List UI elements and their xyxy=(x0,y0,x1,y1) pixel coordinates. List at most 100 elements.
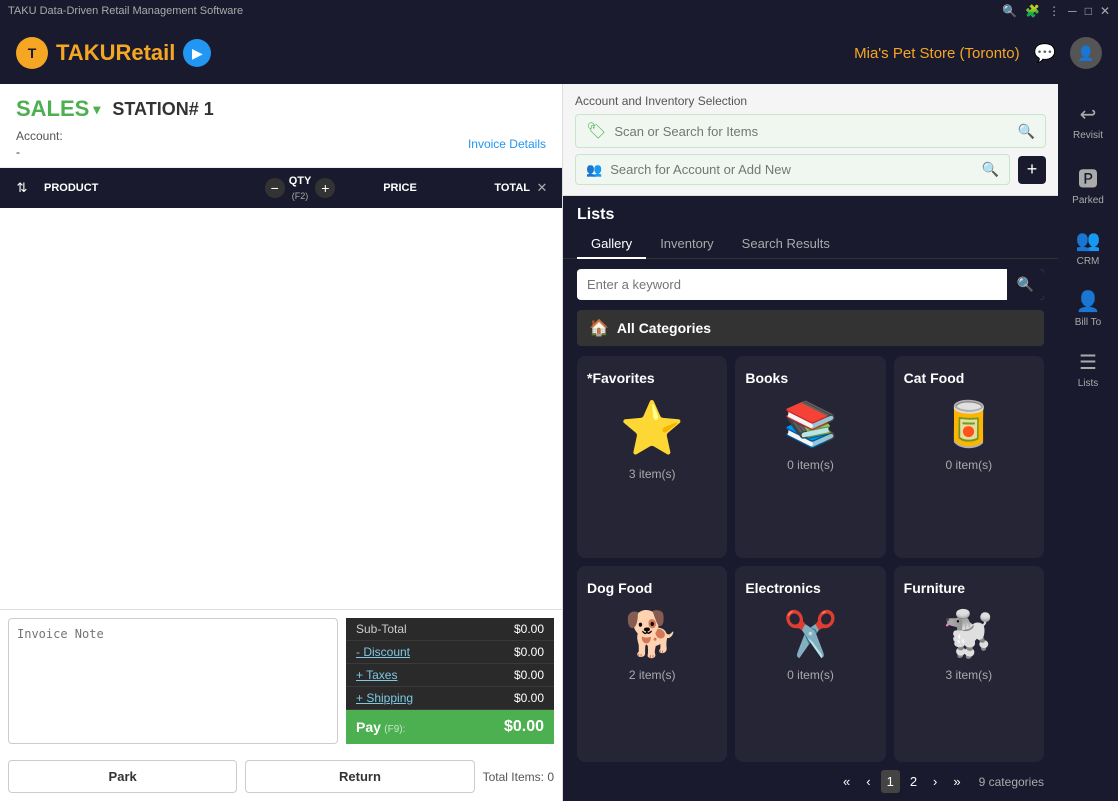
all-categories-label: All Categories xyxy=(617,320,711,336)
item-search-input[interactable] xyxy=(614,124,1009,139)
keyword-search-btn[interactable]: 🔍 xyxy=(1007,269,1044,300)
category-card-books[interactable]: Books 📚 0 item(s) xyxy=(735,356,885,558)
search-icon[interactable]: 🔍 xyxy=(1002,4,1017,18)
menu-icon[interactable]: ⋮ xyxy=(1048,4,1060,18)
category-card-dog-food[interactable]: Dog Food 🐕 2 item(s) xyxy=(577,566,727,763)
user-avatar[interactable]: 👤 xyxy=(1070,37,1102,69)
pay-label: Pay xyxy=(356,719,381,735)
category-icon: ⭐ xyxy=(587,398,717,459)
totals-panel: Sub-Total $0.00 - Discount $0.00 + Taxes… xyxy=(346,618,554,744)
category-name: Electronics xyxy=(745,580,820,596)
price-column-header: PRICE xyxy=(350,182,450,194)
search-magnify-icon[interactable]: 🔍 xyxy=(1018,123,1035,140)
sidebar-item-lists[interactable]: ☰ Lists xyxy=(1058,342,1118,397)
extension-icon[interactable]: 🧩 xyxy=(1025,4,1040,18)
logo-area: T TAKURetail ▶ xyxy=(16,37,211,69)
right-panel: Account and Inventory Selection 🏷 🔍 👥 🔍 … xyxy=(563,84,1058,801)
discount-link[interactable]: - Discount xyxy=(356,645,410,659)
account-search-magnify[interactable]: 🔍 xyxy=(982,161,999,178)
lists-label: Lists xyxy=(1078,378,1099,389)
messages-btn[interactable]: 💬 xyxy=(1034,43,1056,64)
shipping-label: + Shipping xyxy=(356,691,413,705)
sidebar-item-parked[interactable]: 🅿 Parked xyxy=(1058,155,1118,214)
category-card--favorites[interactable]: *Favorites ⭐ 3 item(s) xyxy=(577,356,727,558)
prev-page-btn[interactable]: ‹ xyxy=(860,770,876,793)
item-search-bar[interactable]: 🏷 🔍 xyxy=(575,114,1046,148)
window-controls[interactable]: 🔍 🧩 ⋮ ─ □ ✕ xyxy=(1002,4,1110,18)
account-search-input[interactable] xyxy=(610,162,973,177)
store-name: Mia's Pet Store (Toronto) xyxy=(854,45,1019,62)
return-btn[interactable]: Return xyxy=(245,760,474,793)
crm-icon: 👥 xyxy=(1076,228,1101,253)
bill-to-icon: 👤 xyxy=(1076,289,1101,314)
nav-circle-btn[interactable]: ▶ xyxy=(183,39,211,67)
sales-dropdown-arrow[interactable]: ▾ xyxy=(93,101,100,118)
invoice-note-input[interactable] xyxy=(8,618,338,744)
minimize-btn[interactable]: ─ xyxy=(1068,4,1077,18)
category-name: Cat Food xyxy=(904,370,965,386)
pay-shortcut: (F9): xyxy=(384,724,405,735)
next-page-btn[interactable]: › xyxy=(927,770,943,793)
sidebar-item-crm[interactable]: 👥 CRM xyxy=(1058,220,1118,275)
pay-row[interactable]: Pay (F9): $0.00 xyxy=(346,710,554,744)
left-panel: SALES ▾ STATION# 1 Account: - Invoice De… xyxy=(0,84,563,801)
total-column-header: TOTAL xyxy=(450,182,530,194)
category-name: *Favorites xyxy=(587,370,655,386)
action-row: Park Return Total Items: 0 xyxy=(0,752,562,801)
maximize-btn[interactable]: □ xyxy=(1085,4,1092,18)
taxes-link[interactable]: + Taxes xyxy=(356,668,397,682)
crm-label: CRM xyxy=(1077,256,1100,267)
sidebar-item-revisit[interactable]: ↩ Revisit xyxy=(1058,94,1118,149)
keyword-input[interactable] xyxy=(577,270,1007,299)
page-1-btn[interactable]: 1 xyxy=(881,770,900,793)
keyword-search-bar[interactable]: 🔍 xyxy=(577,269,1044,300)
remove-all-icon[interactable]: ✕ xyxy=(530,180,554,196)
first-page-btn[interactable]: « xyxy=(837,770,856,793)
right-sidebar: ↩ Revisit 🅿 Parked 👥 CRM 👤 Bill To ☰ Lis… xyxy=(1058,84,1118,801)
sort-icon[interactable]: ⇅ xyxy=(8,180,36,196)
pay-amount: $0.00 xyxy=(504,718,544,736)
sales-title[interactable]: SALES ▾ xyxy=(16,96,100,122)
discount-label: - Discount xyxy=(356,645,410,659)
category-count: 0 item(s) xyxy=(745,668,875,682)
tab-gallery[interactable]: Gallery xyxy=(577,230,646,259)
category-card-electronics[interactable]: Electronics ✂️ 0 item(s) xyxy=(735,566,885,763)
sidebar-item-bill-to[interactable]: 👤 Bill To xyxy=(1058,281,1118,336)
last-page-btn[interactable]: » xyxy=(947,770,966,793)
category-icon: 🐕 xyxy=(587,608,717,660)
main-layout: SALES ▾ STATION# 1 Account: - Invoice De… xyxy=(0,84,1118,801)
qty-increase-btn[interactable]: + xyxy=(315,178,335,198)
account-value: - xyxy=(16,145,63,159)
tab-inventory[interactable]: Inventory xyxy=(646,230,727,259)
close-btn[interactable]: ✕ xyxy=(1100,4,1110,18)
category-icon: ✂️ xyxy=(745,608,875,660)
bottom-section: Sub-Total $0.00 - Discount $0.00 + Taxes… xyxy=(0,609,562,801)
parked-icon: 🅿 xyxy=(1078,163,1098,192)
search-section-label: Account and Inventory Selection xyxy=(575,94,1046,108)
title-bar: TAKU Data-Driven Retail Management Softw… xyxy=(0,0,1118,22)
total-items: Total Items: 0 xyxy=(483,770,554,784)
invoice-row: Sub-Total $0.00 - Discount $0.00 + Taxes… xyxy=(0,610,562,752)
nav-icons: Mia's Pet Store (Toronto) 💬 👤 xyxy=(854,37,1102,69)
revisit-label: Revisit xyxy=(1073,130,1103,141)
shipping-link[interactable]: + Shipping xyxy=(356,691,413,705)
account-search-bar[interactable]: 👥 🔍 xyxy=(575,154,1010,185)
taxes-row[interactable]: + Taxes $0.00 xyxy=(346,664,554,687)
category-card-cat-food[interactable]: Cat Food 🥫 0 item(s) xyxy=(894,356,1044,558)
tab-search-results[interactable]: Search Results xyxy=(728,230,844,259)
logo-icon: T xyxy=(16,37,48,69)
invoice-details-btn[interactable]: Invoice Details xyxy=(468,137,546,151)
taxes-label: + Taxes xyxy=(356,668,397,682)
page-2-btn[interactable]: 2 xyxy=(904,770,923,793)
category-card-furniture[interactable]: Furniture 🐩 3 item(s) xyxy=(894,566,1044,763)
shipping-row[interactable]: + Shipping $0.00 xyxy=(346,687,554,710)
add-account-btn[interactable]: + xyxy=(1018,156,1046,184)
category-icon: 🥫 xyxy=(904,398,1034,450)
total-categories: 9 categories xyxy=(979,775,1044,789)
subtotal-value: $0.00 xyxy=(514,622,544,636)
discount-row[interactable]: - Discount $0.00 xyxy=(346,641,554,664)
category-count: 2 item(s) xyxy=(587,668,717,682)
qty-decrease-btn[interactable]: − xyxy=(265,178,285,198)
park-btn[interactable]: Park xyxy=(8,760,237,793)
sales-header: SALES ▾ STATION# 1 Account: - Invoice De… xyxy=(0,84,562,168)
